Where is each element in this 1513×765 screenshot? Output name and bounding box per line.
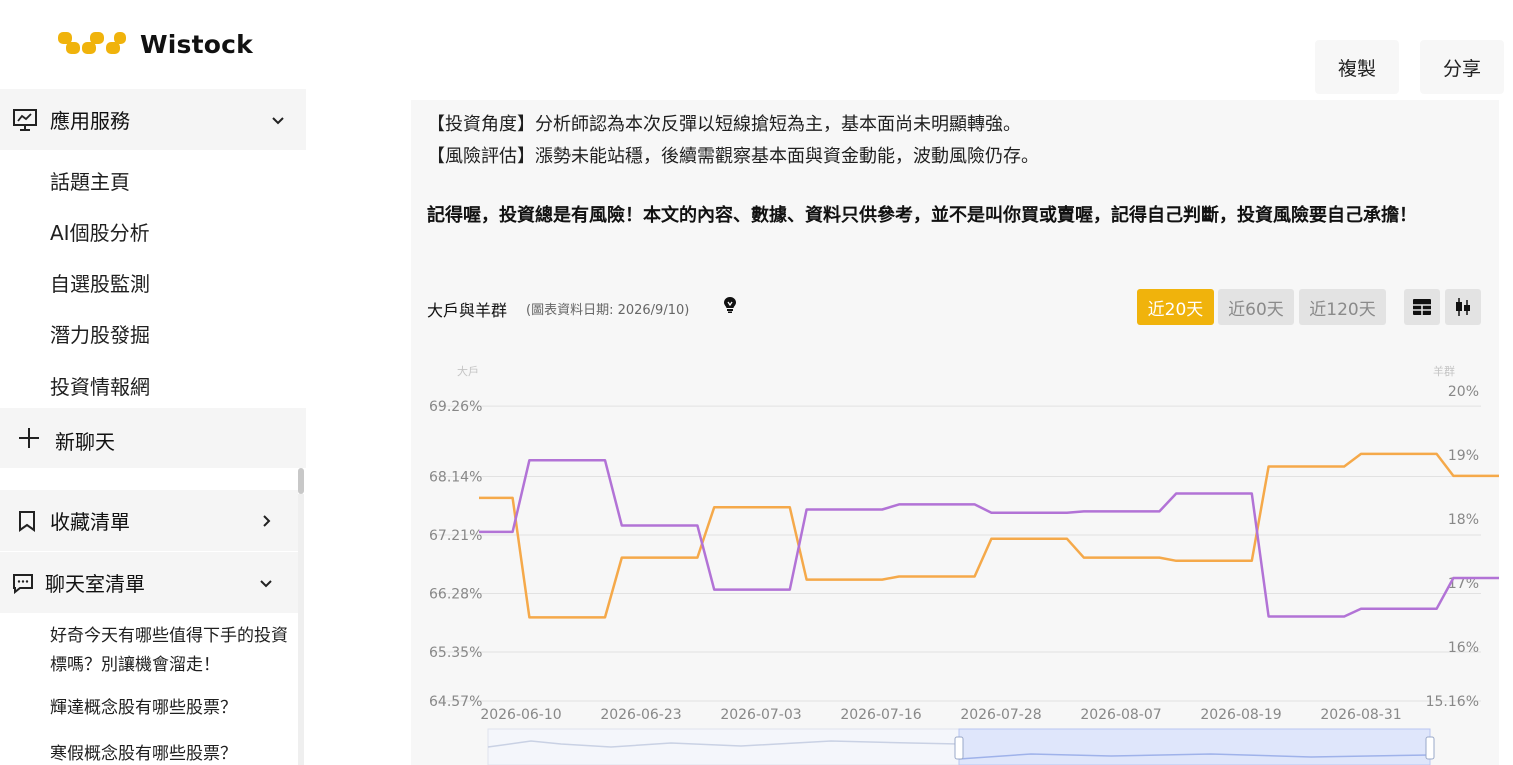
new-chat-button[interactable]: 新聊天 (0, 408, 306, 468)
new-chat-label: 新聊天 (55, 430, 115, 454)
table-icon (1413, 299, 1431, 315)
range-120d-button[interactable]: 近120天 (1299, 289, 1386, 325)
app-root: Wistock 應用服務 話題主頁 AI個股分析 自選股監測 潛力股發掘 投資情… (0, 0, 1513, 765)
risk-warning: 記得喔，投資總是有風險！本文的內容、數據、資料只供參考，並不是叫你買或賣喔，記得… (427, 205, 1417, 226)
lightbulb-icon[interactable] (722, 296, 738, 314)
left-tick-label: 69.26% (429, 399, 482, 415)
article-content: 【投資角度】分析師認為本次反彈以短線搶短為主，基本面尚未明顯轉強。 【風險評估】… (411, 100, 1499, 765)
right-tick-label: 15.16% (1426, 694, 1479, 710)
right-axis-label: 羊群 (1433, 364, 1455, 378)
left-tick-label: 64.57% (429, 694, 482, 710)
sidebar-item-topics[interactable]: 話題主頁 (50, 166, 130, 195)
sidebar-item-ai-analysis[interactable]: AI個股分析 (50, 217, 150, 246)
sidebar: Wistock 應用服務 話題主頁 AI個股分析 自選股監測 潛力股發掘 投資情… (0, 0, 306, 765)
services-label: 應用服務 (50, 109, 130, 133)
investment-angle-paragraph: 【投資角度】分析師認為本次反彈以短線搶短為主，基本面尚未明顯轉強。 (427, 114, 1021, 135)
x-tick-label: 2026-06-10 (480, 707, 561, 723)
x-tick-label: 2026-08-19 (1200, 707, 1281, 723)
brand-logo[interactable]: Wistock (56, 26, 253, 62)
chevron-down-icon (260, 579, 272, 587)
range-slider-right-handle[interactable] (1425, 736, 1435, 760)
retail-series-line[interactable] (479, 458, 1499, 621)
range-slider-selection[interactable] (958, 728, 1431, 765)
table-view-button[interactable] (1404, 289, 1440, 325)
right-tick-label: 18% (1448, 512, 1479, 528)
favorites-section-toggle[interactable]: 收藏清單 (0, 490, 298, 551)
plus-icon (19, 428, 39, 448)
chat-history-item[interactable]: 好奇今天有哪些值得下手的投資標嗎？別讓機會溜走！ (50, 622, 300, 680)
services-section-toggle[interactable]: 應用服務 (0, 89, 306, 150)
sidebar-scrollbar-thumb[interactable] (298, 468, 304, 494)
range-60d-button[interactable]: 近60天 (1218, 289, 1294, 325)
sidebar-item-investment-news[interactable]: 投資情報網 (50, 371, 150, 400)
x-tick-label: 2026-07-16 (840, 707, 921, 723)
left-tick-label: 66.28% (429, 586, 482, 602)
sidebar-item-watchlist-monitor[interactable]: 自選股監測 (50, 268, 150, 297)
left-tick-label: 65.35% (429, 645, 482, 661)
x-tick-label: 2026-07-28 (960, 707, 1041, 723)
chatrooms-label: 聊天室清單 (45, 572, 145, 596)
chart-date-note: (圖表資料日期: 2026/9/10) (526, 303, 690, 318)
whales-vs-retail-chart[interactable]: 69.26% 68.14% 67.21% 66.28% 65.35% 64.57% 20% 1… (411, 355, 1499, 765)
candlestick-icon (1456, 298, 1470, 316)
right-tick-label: 19% (1448, 448, 1479, 464)
left-axis-label: 大戶 (457, 364, 479, 378)
x-tick-label: 2026-06-23 (600, 707, 681, 723)
range-slider-left-handle[interactable] (954, 736, 964, 760)
wistock-logo-icon (58, 32, 126, 54)
chart-title: 大戶與羊群 (427, 301, 508, 320)
chevron-down-icon (272, 116, 284, 124)
chat-history-item[interactable]: 寒假概念股有哪些股票？ (50, 740, 300, 765)
copy-button[interactable]: 複製 (1315, 40, 1399, 94)
whales-series-line[interactable] (479, 448, 1499, 619)
brand-name: Wistock (140, 29, 253, 59)
x-tick-label: 2026-08-07 (1080, 707, 1161, 723)
favorites-label: 收藏清單 (50, 510, 130, 534)
share-button[interactable]: 分享 (1420, 40, 1504, 94)
left-tick-label: 68.14% (429, 470, 482, 486)
candlestick-view-button[interactable] (1445, 289, 1481, 325)
range-20d-button[interactable]: 近20天 (1137, 289, 1214, 325)
right-tick-label: 16% (1448, 640, 1479, 656)
left-tick-label: 67.21% (429, 528, 482, 544)
presentation-icon (13, 108, 37, 131)
chatrooms-section-toggle[interactable]: 聊天室清單 (0, 552, 298, 613)
chevron-right-icon (263, 514, 271, 527)
x-tick-label: 2026-08-31 (1320, 707, 1401, 723)
x-tick-label: 2026-07-03 (720, 707, 801, 723)
sidebar-item-potential-stocks[interactable]: 潛力股發掘 (50, 319, 150, 348)
bookmark-icon (19, 510, 35, 532)
chat-history-item[interactable]: 輝達概念股有哪些股票？ (50, 694, 300, 723)
chat-icon (13, 573, 33, 594)
risk-assessment-paragraph: 【風險評估】漲勢未能站穩，後續需觀察基本面與資金動能，波動風險仍存。 (427, 146, 1039, 167)
right-tick-label: 20% (1448, 384, 1479, 400)
